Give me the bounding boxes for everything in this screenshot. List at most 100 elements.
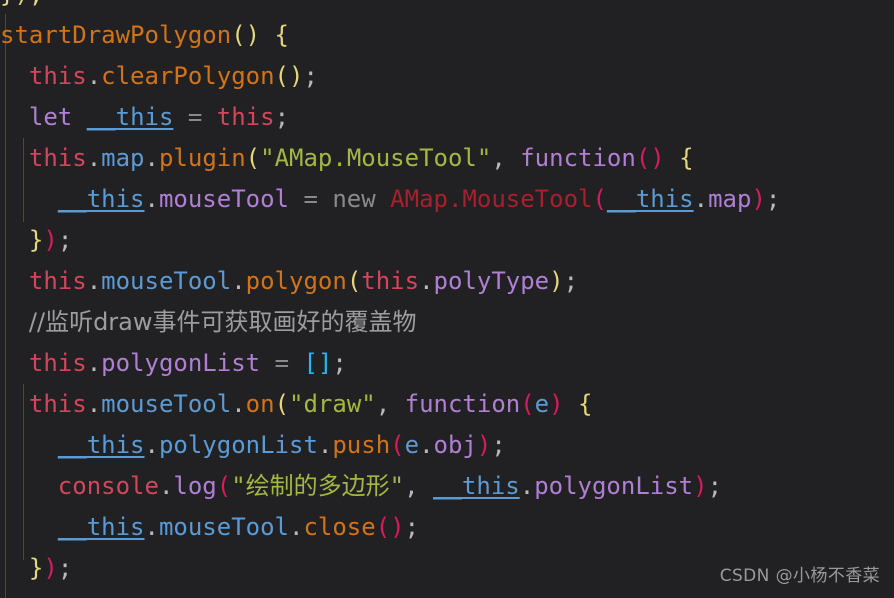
code-token-paren-m: (: [592, 185, 607, 213]
code-token-var: this: [28, 267, 87, 295]
code-line[interactable]: this.polygonList = [];: [0, 343, 894, 384]
code-editor-screenshot: });startDrawPolygon() { this.clearPolygo…: [0, 0, 894, 598]
code-line[interactable]: console.log("绘制的多边形", __this.polygonList…: [0, 466, 894, 507]
code-token-str: "draw": [289, 390, 376, 418]
code-line[interactable]: let __this = this;: [0, 97, 894, 138]
code-token-kw: let: [28, 103, 73, 131]
code-line[interactable]: this.mouseTool.on("draw", function(e) {: [0, 384, 894, 425]
code-line[interactable]: }: [0, 589, 894, 598]
code-token-fn: polygon: [245, 267, 347, 295]
code-token-punct: .: [419, 267, 434, 295]
code-token-punct: .: [231, 267, 246, 295]
code-line[interactable]: __this.mouseTool = new AMap.MouseTool(__…: [0, 179, 894, 220]
code-token-punct: .: [86, 267, 102, 295]
code-line[interactable]: this.map.plugin("AMap.MouseTool", functi…: [0, 138, 894, 179]
code-token-punct: ;: [707, 472, 723, 500]
code-token-comment: //监听draw事件可获取画好的覆盖物: [28, 308, 417, 336]
code-token-blue: e: [534, 390, 550, 418]
code-token-blue-under: __this: [606, 185, 694, 213]
code-line[interactable]: });: [0, 220, 894, 261]
code-token-kw: map: [708, 185, 752, 213]
code-line[interactable]: __this.mouseTool.close();: [0, 507, 894, 548]
code-token-blue: polygonList: [158, 431, 318, 459]
code-token-var: this: [28, 144, 87, 172]
code-line[interactable]: __this.polygonList.push(e.obj);: [0, 425, 894, 466]
code-line[interactable]: });: [0, 0, 894, 15]
code-line[interactable]: this.clearPolygon();: [0, 56, 894, 97]
code-token-punct: ;: [765, 185, 781, 213]
code-token-op: =: [187, 103, 203, 131]
code-token-punct: ;: [57, 226, 73, 254]
code-token-punct: ;: [57, 554, 73, 582]
code-token-punct: .: [289, 513, 304, 541]
code-token-str: "AMap.MouseTool": [260, 144, 492, 172]
code-token-punct: ,: [404, 472, 419, 500]
code-token-blue-under: __this: [57, 431, 145, 459]
code-token-var: this: [28, 390, 87, 418]
code-token-punct: .: [144, 513, 159, 541]
code-token-paren-m: ): [693, 472, 708, 500]
code-token-punct: .: [158, 472, 174, 500]
code-token-err: AMap.MouseTool: [390, 185, 593, 213]
code-token-paren-m: ): [43, 554, 58, 582]
code-token-paren-y: {: [679, 144, 694, 172]
code-token-punct: .: [693, 185, 709, 213]
code-token-kw: polygonList: [101, 349, 261, 377]
code-token-blue: mouseTool: [101, 390, 232, 418]
code-token-blue-under: __this: [86, 103, 174, 131]
code-line[interactable]: this.mouseTool.polygon(this.polyType);: [0, 261, 894, 302]
csdn-watermark: CSDN @小杨不香菜: [719, 566, 880, 586]
code-token-op: new: [332, 185, 376, 213]
code-token-paren-y: ): [549, 267, 564, 295]
code-token-kw: polygonList: [534, 472, 694, 500]
code-token-kw: log: [173, 472, 217, 500]
code-line[interactable]: //监听draw事件可获取画好的覆盖物: [0, 302, 894, 343]
code-token-blue-under: __this: [433, 472, 520, 500]
code-token-paren-m: (: [216, 472, 232, 500]
code-token-var: this: [28, 349, 87, 377]
code-token-fn: on: [245, 390, 275, 418]
code-token-paren-m: (: [520, 390, 535, 418]
code-token-op: =: [274, 349, 290, 377]
code-line[interactable]: startDrawPolygon() {: [0, 15, 894, 56]
code-token-var: this: [28, 62, 87, 90]
code-token-punct: .: [86, 349, 102, 377]
code-token-paren-m: ): [549, 390, 564, 418]
code-token-paren-y: (): [231, 21, 261, 49]
code-token-blue: mouseTool: [101, 267, 232, 295]
code-token-paren-m: ): [476, 431, 492, 459]
code-token-blue: mouseTool: [158, 513, 289, 541]
code-token-blue-under: __this: [57, 513, 145, 541]
code-token-kw: polyType: [433, 267, 550, 295]
code-token-blue-under: __this: [57, 185, 145, 213]
code-token-blue: map: [101, 144, 145, 172]
code-token-punct: .: [144, 185, 159, 213]
code-token-paren-y: {: [274, 21, 289, 49]
code-token-punct: ;: [303, 62, 318, 90]
code-token-op: =: [303, 185, 318, 213]
code-token-var: this: [216, 103, 275, 131]
code-token-paren-m: (: [390, 431, 405, 459]
code-token-kw: function: [520, 144, 636, 172]
code-token-kw: function: [404, 390, 521, 418]
code-surface[interactable]: });startDrawPolygon() { this.clearPolygo…: [0, 0, 894, 598]
code-token-str: "绘制的多边形": [231, 472, 405, 500]
